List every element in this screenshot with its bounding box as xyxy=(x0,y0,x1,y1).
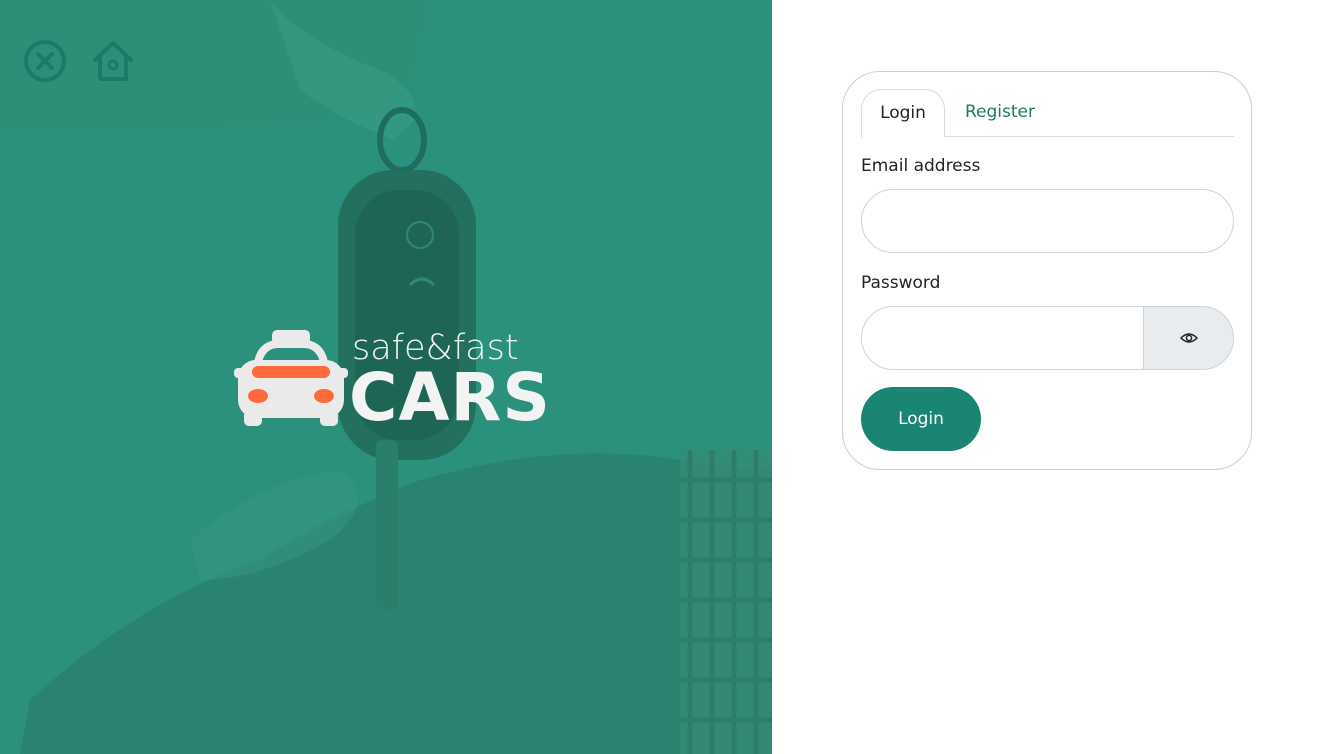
close-circle-icon[interactable] xyxy=(22,38,68,84)
email-label: Email address xyxy=(861,156,981,176)
brand-logo: safe&fast CARS xyxy=(232,326,552,436)
toggle-password-visibility-button[interactable] xyxy=(1143,306,1234,370)
hero-panel: safe&fast CARS xyxy=(0,0,772,754)
top-icon-bar xyxy=(22,38,136,84)
password-field[interactable] xyxy=(861,306,1144,370)
taxi-car-icon xyxy=(234,330,348,426)
tab-register[interactable]: Register xyxy=(947,89,1053,137)
auth-card: Login Register Email address Password Lo… xyxy=(842,71,1252,470)
auth-tabs: Login Register xyxy=(861,89,1234,138)
email-field[interactable] xyxy=(861,189,1234,253)
password-label: Password xyxy=(861,273,941,293)
logo-brand-name: CARS xyxy=(349,359,551,436)
eye-icon xyxy=(1179,333,1198,343)
login-button[interactable]: Login xyxy=(861,387,981,451)
tab-login[interactable]: Login xyxy=(861,89,945,138)
home-icon[interactable] xyxy=(90,38,136,84)
